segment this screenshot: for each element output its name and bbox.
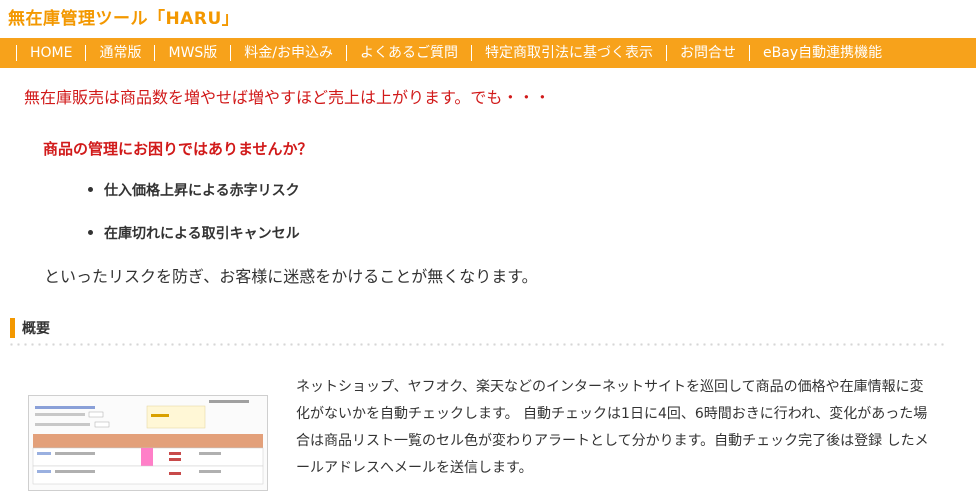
screenshot-thumbnail[interactable] xyxy=(28,395,268,491)
overview-heading: 概要 xyxy=(10,318,50,338)
lead-text: 無在庫販売は商品数を増やせば増やすほど売上は上がります。でも・・・ xyxy=(24,88,551,107)
site-title[interactable]: 無在庫管理ツール「HARU」 xyxy=(8,4,239,29)
risk-item-stock: 在庫切れによる取引キャンセル xyxy=(88,223,300,266)
section-divider xyxy=(8,342,944,347)
question-heading: 商品の管理にお困りではありませんか？ xyxy=(43,140,313,158)
product-list-preview-image xyxy=(29,396,267,490)
overview-title: 概要 xyxy=(22,321,50,337)
risk-item-price: 仕入価格上昇による赤字リスク xyxy=(88,180,300,223)
nav-ebay[interactable]: eBay自動連携機能 xyxy=(749,45,895,61)
nav-faq[interactable]: よくあるご質問 xyxy=(346,45,471,61)
main-nav: HOME 通常版 MWS版 料金/お申込み よくあるご質問 特定商取引法に基づく… xyxy=(0,38,976,68)
nav-contact[interactable]: お問合せ xyxy=(666,45,749,61)
conclusion-text: といったリスクを防ぎ、お客様に迷惑をかけることが無くなります。 xyxy=(44,267,538,286)
risk-list: 仕入価格上昇による赤字リスク 在庫切れによる取引キャンセル xyxy=(88,180,300,266)
nav-mws[interactable]: MWS版 xyxy=(154,45,230,61)
overview-description: ネットショップ、ヤフオク、楽天などのインターネットサイトを巡回して商品の価格や在… xyxy=(296,379,929,476)
nav-home[interactable]: HOME xyxy=(16,45,85,61)
heading-accent-bar xyxy=(10,318,15,338)
nav-pricing[interactable]: 料金/お申込み xyxy=(230,45,346,61)
nav-legal[interactable]: 特定商取引法に基づく表示 xyxy=(471,45,666,61)
nav-standard[interactable]: 通常版 xyxy=(85,45,154,61)
